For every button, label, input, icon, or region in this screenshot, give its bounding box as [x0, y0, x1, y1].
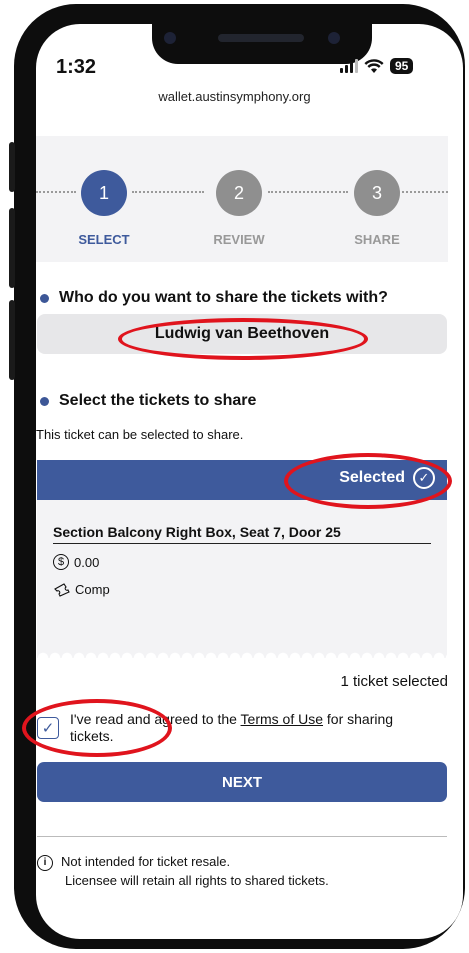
- step-connector: [402, 191, 448, 195]
- recipient-question-text: Who do you want to share the tickets wit…: [59, 289, 388, 306]
- status-icons: 95: [340, 58, 414, 74]
- step-2-label: REVIEW: [213, 232, 265, 247]
- battery-icon: 95: [390, 58, 414, 74]
- ticket-type-value: Comp: [75, 582, 110, 597]
- ticket-count: 1 ticket selected: [340, 673, 448, 690]
- highlight-checkbox-mark: [22, 699, 172, 757]
- ticket-divider: [53, 543, 431, 544]
- ticket-price-value: 0.00: [74, 554, 100, 570]
- terms-link[interactable]: Terms of Use: [241, 711, 323, 727]
- phone-notch: [152, 12, 372, 64]
- browser-url[interactable]: wallet.austinsymphony.org: [0, 89, 469, 104]
- ticket-icon: [54, 582, 70, 597]
- step-connector: [268, 191, 348, 195]
- step-connector: [36, 191, 76, 195]
- footer-divider: [37, 836, 447, 837]
- highlight-recipient-mark: [118, 318, 368, 360]
- signal-icon: [340, 59, 358, 73]
- tickets-heading-text: Select the tickets to share: [59, 392, 257, 409]
- bullet-icon: [40, 396, 49, 406]
- ticket-price: $ 0.00: [53, 554, 99, 570]
- camera-icon: [164, 32, 176, 44]
- highlight-selected-mark: [284, 453, 452, 509]
- tickets-hint: This ticket can be selected to share.: [36, 427, 244, 442]
- ticket-type: Comp: [53, 582, 110, 597]
- next-button[interactable]: NEXT: [37, 762, 447, 802]
- ticket-section: Section Balcony Right Box, Seat 7, Door …: [53, 524, 341, 540]
- resale-note: i Not intended for ticket resale. License…: [37, 852, 329, 890]
- side-button-mute: [9, 142, 15, 192]
- step-indicator: 1 2 3 SELECT REVIEW SHARE: [36, 136, 448, 262]
- recipient-question: Who do you want to share the tickets wit…: [40, 289, 388, 307]
- resale-note-line2: Licensee will retain all rights to share…: [65, 873, 329, 888]
- step-connector: [132, 191, 204, 195]
- dollar-icon: $: [53, 554, 69, 570]
- tickets-heading: Select the tickets to share: [40, 392, 256, 410]
- ticket-edge: [37, 648, 447, 658]
- sensor-icon: [328, 32, 340, 44]
- step-3-circle: 3: [354, 170, 400, 216]
- info-icon: i: [37, 854, 53, 871]
- step-1-label: SELECT: [78, 232, 130, 247]
- step-1-circle: 1: [81, 170, 127, 216]
- step-2-circle: 2: [216, 170, 262, 216]
- resale-note-line1: Not intended for ticket resale.: [61, 854, 231, 869]
- side-button-volume-down: [9, 300, 15, 380]
- speaker-grille: [218, 34, 304, 42]
- status-time: 1:32: [56, 56, 97, 78]
- ticket-card: Section Balcony Right Box, Seat 7, Door …: [37, 500, 447, 658]
- bullet-icon: [40, 293, 49, 303]
- side-button-volume-up: [9, 208, 15, 288]
- wifi-icon: [364, 58, 384, 73]
- step-3-label: SHARE: [354, 232, 400, 247]
